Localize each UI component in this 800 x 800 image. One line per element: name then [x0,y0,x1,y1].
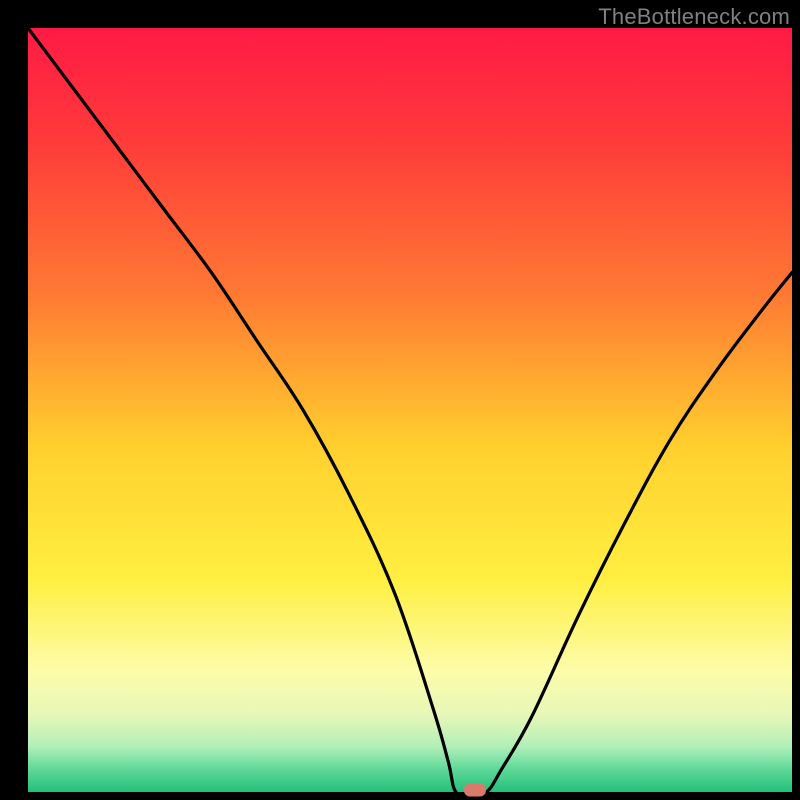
watermark-label: TheBottleneck.com [598,4,790,30]
bottleneck-chart [0,0,800,800]
plot-area [28,28,792,792]
optimum-marker [464,784,486,797]
chart-frame: TheBottleneck.com [0,0,800,800]
